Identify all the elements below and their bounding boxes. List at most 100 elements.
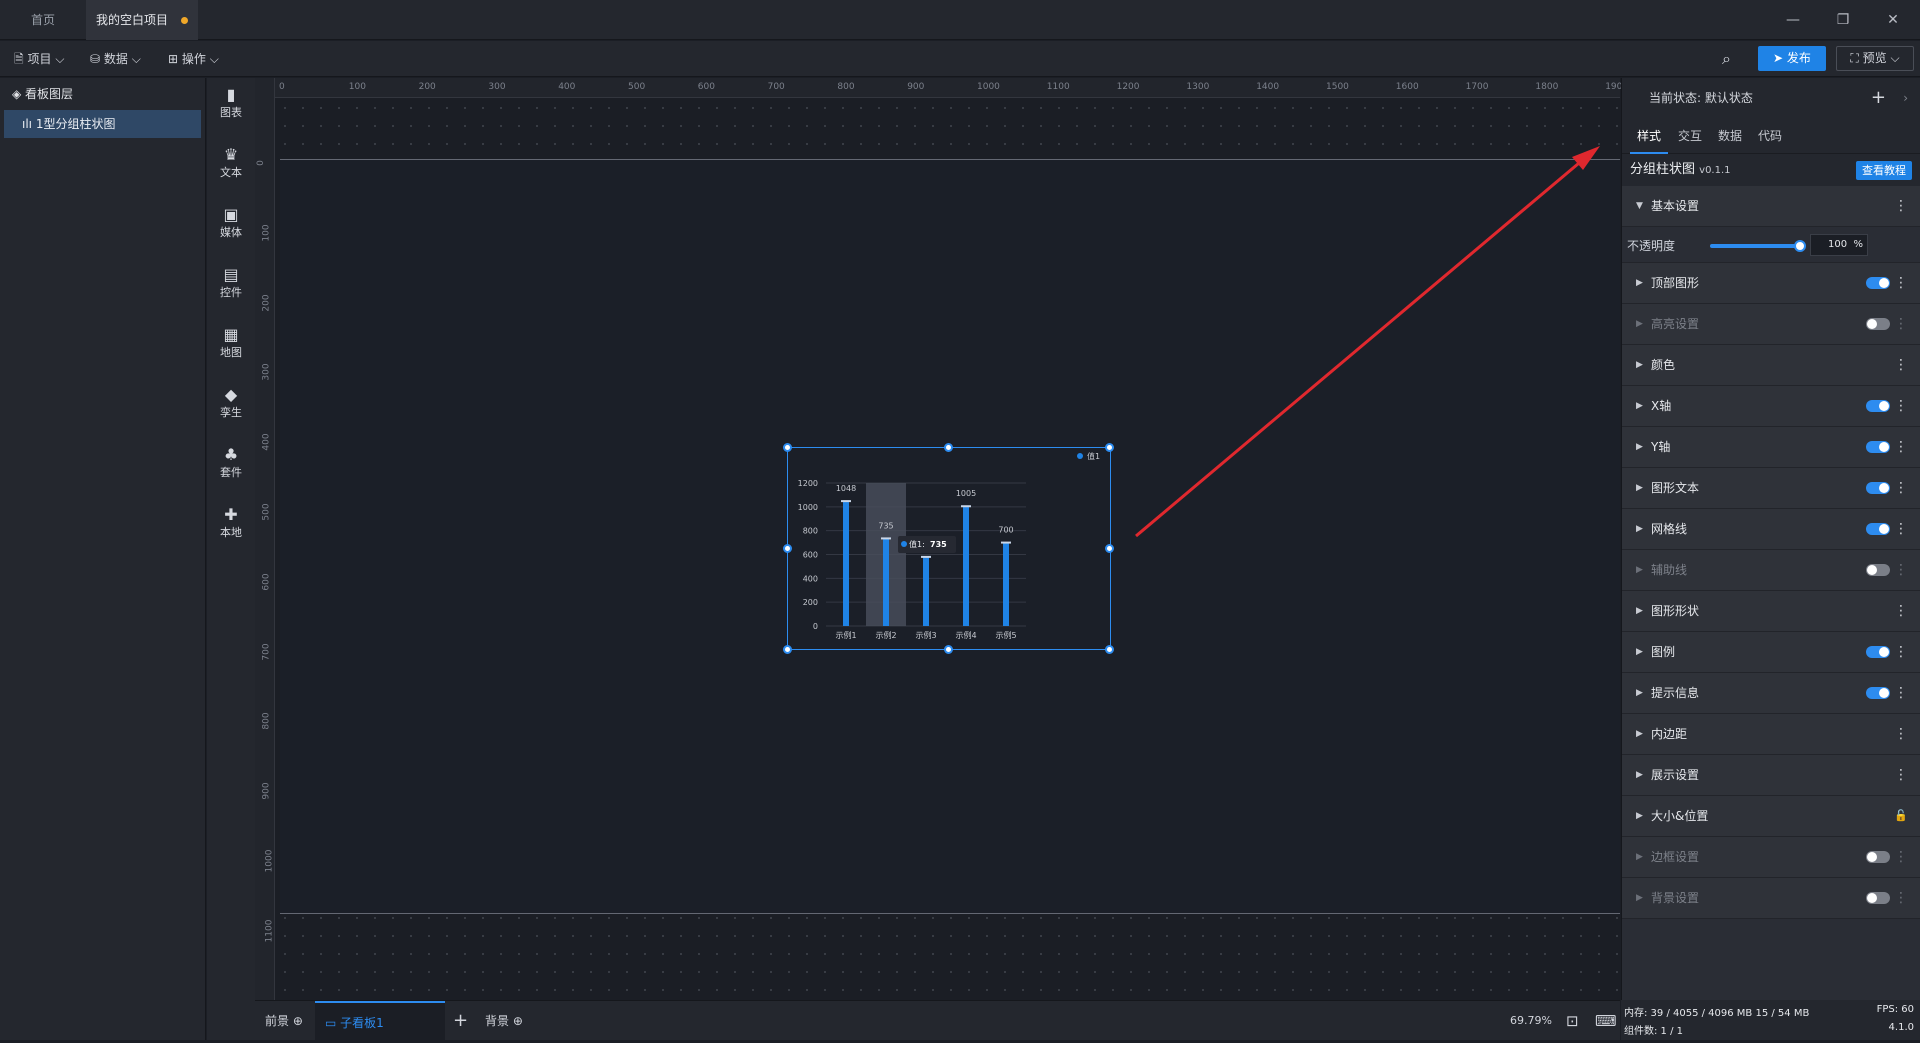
section-2[interactable]: ▶ 颜色 ⋮ xyxy=(1622,345,1920,386)
section-toggle[interactable] xyxy=(1866,687,1890,699)
section-toggle[interactable] xyxy=(1866,646,1890,658)
lock-icon[interactable]: 🔓 xyxy=(1894,796,1908,836)
more-icon[interactable]: ⋮ xyxy=(1894,632,1908,672)
tab-style[interactable]: 样式 xyxy=(1630,118,1669,154)
opacity-unit: % xyxy=(1853,239,1863,250)
caret-right-icon: ▶ xyxy=(1636,852,1643,862)
section-label: 图形文本 xyxy=(1651,481,1700,495)
property-panel: 当前状态: 默认状态 + › 样式 交互 数据 代码 分组柱状图 v0.1.1 … xyxy=(1621,78,1920,1000)
keyboard-icon[interactable]: ⌨ xyxy=(1595,1001,1617,1041)
section-label: 背景设置 xyxy=(1651,891,1700,905)
fps-status: FPS: 60 xyxy=(1876,1004,1914,1015)
section-11[interactable]: ▶ 内边距 ⋮ xyxy=(1622,714,1920,755)
section-label: 辅助线 xyxy=(1651,563,1688,577)
caret-right-icon: ▶ xyxy=(1636,278,1643,288)
caret-right-icon: ▶ xyxy=(1636,401,1643,411)
more-icon[interactable]: ⋮ xyxy=(1894,878,1908,918)
section-label: 基本设置 xyxy=(1651,199,1700,213)
memory-status: 内存: 39 / 4055 / 4096 MB 15 / 54 MB xyxy=(1624,1008,1810,1019)
more-icon[interactable]: ⋮ xyxy=(1894,386,1908,426)
tab-code[interactable]: 代码 xyxy=(1758,118,1782,154)
section-8[interactable]: ▶ 图形形状 ⋮ xyxy=(1622,591,1920,632)
caret-right-icon: ▶ xyxy=(1636,565,1643,575)
tab-data[interactable]: 数据 xyxy=(1718,118,1742,154)
caret-right-icon: ▶ xyxy=(1636,729,1643,739)
more-icon[interactable]: ⋮ xyxy=(1894,714,1908,754)
section-toggle[interactable] xyxy=(1866,277,1890,289)
more-icon[interactable]: ⋮ xyxy=(1894,468,1908,508)
zoom-level[interactable]: 69.79% xyxy=(1510,1001,1552,1041)
caret-right-icon: ▶ xyxy=(1636,647,1643,657)
component-count: 组件数: 1 / 1 xyxy=(1624,1026,1683,1037)
section-13[interactable]: ▶ 大小&位置 🔓 xyxy=(1622,796,1920,837)
more-icon[interactable]: ⋮ xyxy=(1894,673,1908,713)
section-toggle[interactable] xyxy=(1866,441,1890,453)
opacity-row: 不透明度 100% xyxy=(1622,227,1920,263)
caret-right-icon: ▶ xyxy=(1636,606,1643,616)
opacity-slider[interactable] xyxy=(1710,244,1802,248)
section-0[interactable]: ▶ 顶部图形 ⋮ xyxy=(1622,263,1920,304)
add-board-icon[interactable]: + xyxy=(453,1001,468,1041)
section-toggle[interactable] xyxy=(1866,523,1890,535)
more-icon[interactable]: ⋮ xyxy=(1894,345,1908,385)
caret-right-icon: ▶ xyxy=(1636,483,1643,493)
add-circle-icon[interactable]: ⊕ xyxy=(293,1014,303,1028)
section-basic[interactable]: ▼ 基本设置 ⋮ xyxy=(1622,186,1920,227)
section-list: ▶ 顶部图形 ⋮ ▶ 高亮设置 ⋮ ▶ 颜色 ⋮ ▶ X轴 ⋮ ▶ Y轴 ⋮ ▶ 图形文本 ⋮ ▶ 网格线 ⋮ ▶ 辅助线 ⋮… xyxy=(1622,263,1920,919)
section-label: 高亮设置 xyxy=(1651,317,1700,331)
opacity-slider-thumb[interactable] xyxy=(1794,240,1806,252)
more-icon[interactable]: ⋮ xyxy=(1894,427,1908,467)
more-icon[interactable]: ⋮ xyxy=(1894,509,1908,549)
chevron-right-icon[interactable]: › xyxy=(1903,78,1908,118)
section-toggle[interactable] xyxy=(1866,318,1890,330)
fit-screen-icon[interactable]: ⊡ xyxy=(1566,1001,1579,1041)
monitor-icon: ▭ xyxy=(325,1016,341,1030)
section-3[interactable]: ▶ X轴 ⋮ xyxy=(1622,386,1920,427)
section-label: 网格线 xyxy=(1651,522,1688,536)
component-title: 分组柱状图 v0.1.1 查看教程 xyxy=(1622,154,1920,186)
section-toggle[interactable] xyxy=(1866,482,1890,494)
more-icon[interactable]: ⋮ xyxy=(1894,755,1908,795)
section-1[interactable]: ▶ 高亮设置 ⋮ xyxy=(1622,304,1920,345)
opacity-label: 不透明度 xyxy=(1627,239,1676,253)
more-icon[interactable]: ⋮ xyxy=(1894,263,1908,303)
section-toggle[interactable] xyxy=(1866,564,1890,576)
tab-foreground[interactable]: 前景 ⊕ xyxy=(265,1001,303,1041)
section-label: Y轴 xyxy=(1651,440,1671,454)
tab-background[interactable]: 背景 ⊕ xyxy=(485,1001,523,1041)
section-9[interactable]: ▶ 图例 ⋮ xyxy=(1622,632,1920,673)
opacity-input[interactable]: 100% xyxy=(1810,234,1868,256)
section-12[interactable]: ▶ 展示设置 ⋮ xyxy=(1622,755,1920,796)
caret-right-icon: ▶ xyxy=(1636,524,1643,534)
more-icon[interactable]: ⋮ xyxy=(1894,304,1908,344)
section-14[interactable]: ▶ 边框设置 ⋮ xyxy=(1622,837,1920,878)
board-tabs-bar: 前景 ⊕ ▭ 子看板1 + 背景 ⊕ 69.79% ⊡ ⌨ xyxy=(255,1000,1620,1041)
add-state-icon[interactable]: + xyxy=(1871,78,1886,118)
caret-right-icon: ▶ xyxy=(1636,770,1643,780)
tutorial-button[interactable]: 查看教程 xyxy=(1856,161,1912,180)
more-icon[interactable]: ⋮ xyxy=(1894,591,1908,631)
tab-sub-board[interactable]: ▭ 子看板1 xyxy=(315,1001,445,1041)
section-label: 边框设置 xyxy=(1651,850,1700,864)
section-toggle[interactable] xyxy=(1866,851,1890,863)
section-15[interactable]: ▶ 背景设置 ⋮ xyxy=(1622,878,1920,919)
section-label: X轴 xyxy=(1651,399,1672,413)
section-label: 图例 xyxy=(1651,645,1676,659)
section-6[interactable]: ▶ 网格线 ⋮ xyxy=(1622,509,1920,550)
section-label: 提示信息 xyxy=(1651,686,1700,700)
section-label: 大小&位置 xyxy=(1651,809,1709,823)
section-10[interactable]: ▶ 提示信息 ⋮ xyxy=(1622,673,1920,714)
add-circle-icon[interactable]: ⊕ xyxy=(513,1014,523,1028)
more-icon[interactable]: ⋮ xyxy=(1894,837,1908,877)
section-toggle[interactable] xyxy=(1866,892,1890,904)
tab-interaction[interactable]: 交互 xyxy=(1678,118,1702,154)
more-icon[interactable]: ⋮ xyxy=(1894,550,1908,590)
section-7[interactable]: ▶ 辅助线 ⋮ xyxy=(1622,550,1920,591)
section-toggle[interactable] xyxy=(1866,400,1890,412)
section-5[interactable]: ▶ 图形文本 ⋮ xyxy=(1622,468,1920,509)
caret-right-icon: ▶ xyxy=(1636,360,1643,370)
section-label: 展示设置 xyxy=(1651,768,1700,782)
more-icon[interactable]: ⋮ xyxy=(1894,186,1908,226)
current-state[interactable]: 当前状态: 默认状态 xyxy=(1649,91,1753,105)
section-4[interactable]: ▶ Y轴 ⋮ xyxy=(1622,427,1920,468)
